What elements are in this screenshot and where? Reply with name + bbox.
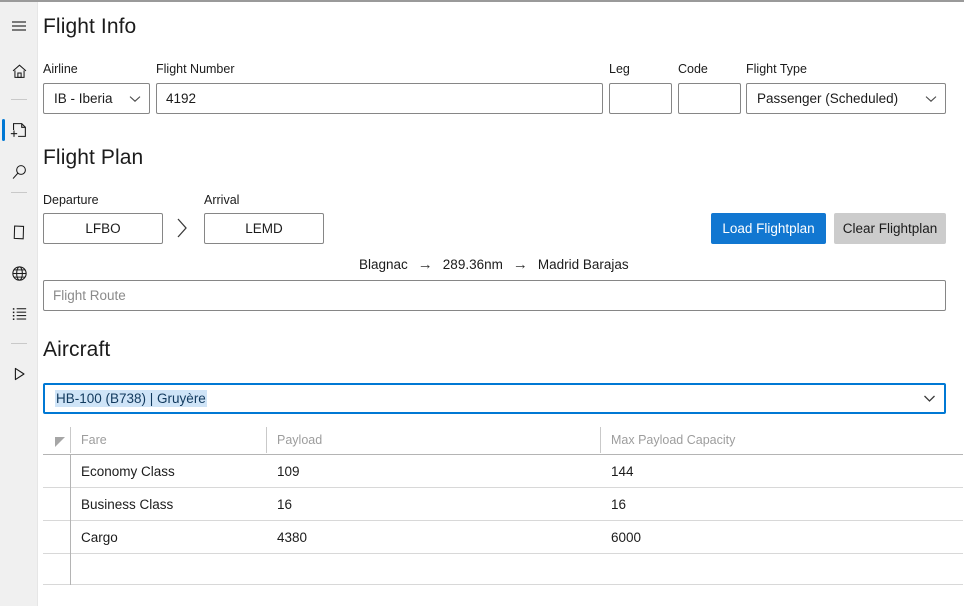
cell-max-payload: 6000	[611, 530, 642, 545]
column-header-fare[interactable]: Fare	[71, 425, 266, 455]
leg-label: Leg	[609, 62, 630, 76]
column-header-payload[interactable]: Payload	[267, 425, 600, 455]
cell-fare: Cargo	[81, 530, 118, 545]
aircraft-selected-value: HB-100 (B738) | Gruyère	[55, 390, 207, 407]
flight-number-input[interactable]: 4192	[156, 83, 603, 114]
code-input[interactable]	[678, 83, 741, 114]
main-content: Flight Info Airline IB - Iberia Flight N…	[38, 2, 964, 606]
page-title: Flight Info	[43, 15, 137, 38]
cell-fare	[71, 554, 266, 585]
route-direction-icon	[175, 215, 189, 246]
flight-type-value: Passenger (Scheduled)	[757, 91, 899, 106]
sidebar-separator	[11, 192, 27, 193]
flight-type-label: Flight Type	[746, 62, 807, 76]
column-header-max-payload[interactable]: Max Payload Capacity	[601, 425, 964, 455]
chevron-down-icon	[129, 95, 141, 102]
sidebar-separator	[11, 343, 27, 344]
departure-input[interactable]: LFBO	[43, 213, 163, 244]
route-summary: Blagnac → 289.36nm → Madrid Barajas	[359, 256, 629, 273]
aircraft-select[interactable]: HB-100 (B738) | Gruyère	[43, 383, 946, 414]
flight-number-value: 4192	[166, 91, 197, 106]
table-row[interactable]: Business Class 16 16	[43, 488, 963, 521]
sidebar-separator	[11, 99, 27, 100]
flight-number-label: Flight Number	[156, 62, 235, 76]
cell-payload	[267, 554, 600, 585]
sidebar-item-new-flight[interactable]	[0, 111, 38, 149]
arrow-icon: →	[512, 256, 528, 273]
sidebar-item-search[interactable]	[0, 153, 38, 191]
load-flightplan-button[interactable]: Load Flightplan	[711, 213, 826, 244]
play-icon	[14, 367, 25, 381]
active-indicator	[2, 119, 5, 141]
aircraft-title: Aircraft	[43, 338, 111, 361]
arrival-value: LEMD	[245, 221, 283, 236]
list-icon	[12, 307, 26, 320]
flight-route-placeholder: Flight Route	[53, 288, 126, 303]
sidebar-item-logbook[interactable]	[0, 213, 38, 251]
cell-max-payload: 16	[611, 497, 627, 512]
clear-flightplan-button[interactable]: Clear Flightplan	[834, 213, 946, 244]
airline-label: Airline	[43, 62, 78, 76]
select-all-corner-icon[interactable]	[55, 437, 65, 447]
flight-plan-title: Flight Plan	[43, 146, 144, 169]
table-header-row: Fare Payload Max Payload Capacity	[43, 425, 963, 455]
sidebar-item-home[interactable]	[0, 52, 38, 90]
table-row[interactable]: Economy Class 109 144	[43, 455, 963, 488]
sidebar-item-menu[interactable]	[0, 7, 38, 45]
departure-label: Departure	[43, 193, 99, 207]
app-window: Flight Info Airline IB - Iberia Flight N…	[0, 0, 964, 606]
flight-route-input[interactable]: Flight Route	[43, 280, 946, 311]
page-icon	[13, 224, 25, 239]
search-icon	[12, 164, 26, 179]
origin-name: Blagnac	[359, 257, 408, 272]
chevron-down-icon	[925, 95, 937, 102]
arrival-label: Arrival	[204, 193, 240, 207]
new-flight-icon	[9, 123, 26, 138]
departure-value: LFBO	[85, 221, 121, 236]
leg-input[interactable]	[609, 83, 672, 114]
cell-max-payload	[601, 554, 964, 585]
chevron-down-icon	[924, 395, 935, 402]
table-row-new[interactable]	[43, 554, 963, 585]
destination-name: Madrid Barajas	[537, 257, 629, 272]
sidebar-item-list[interactable]	[0, 294, 38, 332]
airline-select[interactable]: IB - Iberia	[43, 83, 150, 114]
cell-max-payload: 144	[611, 464, 634, 479]
menu-icon	[12, 21, 26, 31]
cell-fare: Economy Class	[81, 464, 175, 479]
code-label: Code	[678, 62, 708, 76]
sidebar-item-start[interactable]	[0, 355, 38, 393]
flight-type-select[interactable]: Passenger (Scheduled)	[746, 83, 946, 114]
cell-fare: Business Class	[81, 497, 174, 512]
arrival-input[interactable]: LEMD	[204, 213, 324, 244]
payload-table: Fare Payload Max Payload Capacity Econom…	[43, 425, 963, 585]
navigation-sidebar	[0, 2, 38, 606]
table-row[interactable]: Cargo 4380 6000	[43, 521, 963, 554]
sidebar-item-world-map[interactable]	[0, 254, 38, 292]
route-distance: 289.36nm	[442, 257, 503, 272]
cell-payload: 4380	[277, 530, 308, 545]
cell-payload: 109	[277, 464, 300, 479]
cell-payload: 16	[277, 497, 293, 512]
home-icon	[12, 64, 26, 78]
globe-icon	[11, 265, 27, 281]
airline-value: IB - Iberia	[54, 91, 113, 106]
arrow-icon: →	[417, 256, 433, 273]
